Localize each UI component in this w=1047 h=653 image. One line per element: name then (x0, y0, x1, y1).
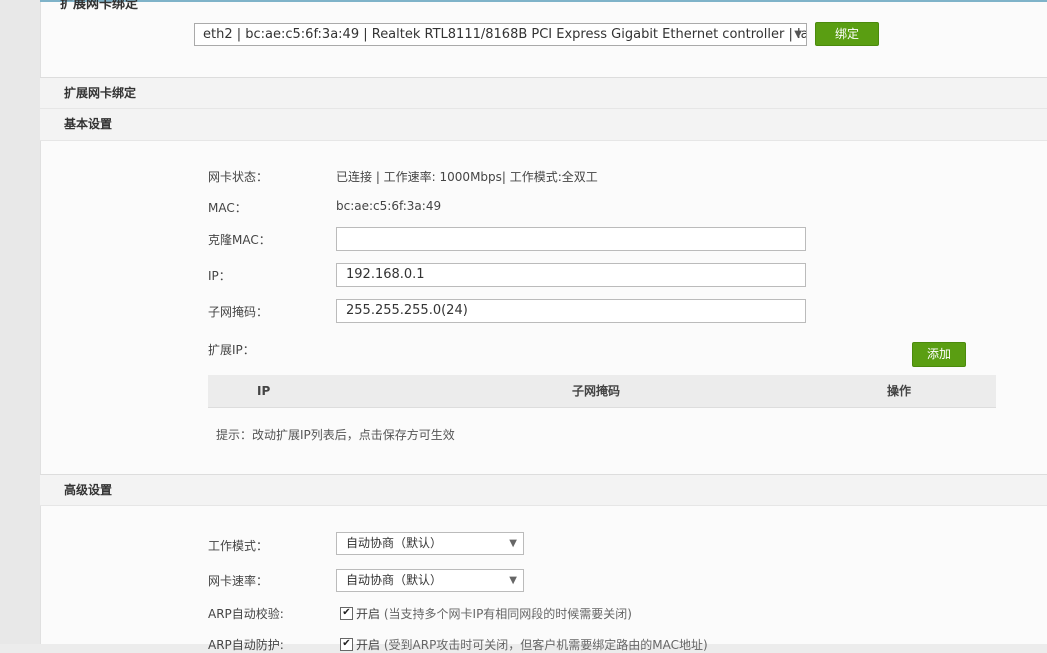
interface-select-value: eth2 | bc:ae:c5:6f:3a:49 | Realtek RTL81… (203, 27, 807, 42)
arp-check-enable-text: 开启 (356, 607, 381, 621)
table-header-mask: 子网掩码 (572, 384, 621, 398)
nic-status-label: 网卡状态： (208, 170, 269, 184)
page-title: 扩展网卡绑定 (60, 0, 139, 12)
arp-bind-enable-text: 开启 (356, 638, 381, 652)
add-ip-button[interactable]: 添加 (912, 342, 966, 367)
work-mode-select[interactable]: 自动协商（默认） ▼ (336, 532, 524, 555)
clone-mac-label: 克隆MAC： (208, 233, 271, 247)
arp-bind-checkbox[interactable]: ✔ (340, 638, 353, 651)
section-extended-nic: 扩展网卡绑定 (40, 77, 1047, 109)
nic-speed-value: 自动协商（默认） (346, 573, 443, 587)
work-mode-label: 工作模式： (208, 539, 269, 553)
arp-bind-text: 开启 (受到ARP攻击时可关闭，但客户机需要绑定路由的MAC地址) (356, 636, 708, 653)
arp-bind-note: (受到ARP攻击时可关闭，但客户机需要绑定路由的MAC地址) (383, 638, 708, 652)
extended-ip-table-header: IP 子网掩码 操作 (208, 375, 996, 408)
arp-check-text: 开启 (当支持多个网卡IP有相同网段的时候需要关闭) (356, 605, 632, 622)
mac-value: bc:ae:c5:6f:3a:49 (336, 199, 442, 213)
chevron-down-icon: ▼ (509, 538, 517, 549)
section-advanced-settings: 高级设置 (40, 474, 1047, 506)
save-hint: 提示：改动扩展IP列表后，点击保存方可生效 (216, 428, 455, 442)
subnet-mask-input[interactable]: 255.255.255.0(24) (336, 299, 806, 323)
chevron-down-icon: ▼ (794, 29, 802, 40)
clone-mac-input[interactable] (336, 227, 806, 251)
nic-status-value: 已连接 | 工作速率: 1000Mbps| 工作模式:全双工 (336, 170, 598, 184)
work-mode-value: 自动协商（默认） (346, 536, 443, 550)
mac-label: MAC： (208, 201, 247, 215)
nic-speed-label: 网卡速率： (208, 574, 269, 588)
section-basic-settings: 基本设置 (40, 109, 1047, 141)
arp-check-checkbox[interactable]: ✔ (340, 607, 353, 620)
ip-label: IP： (208, 269, 231, 283)
arp-bind-label: ARP自动防护: (208, 638, 284, 652)
arp-check-note: (当支持多个网卡IP有相同网段的时候需要关闭) (383, 607, 632, 621)
table-header-actions: 操作 (887, 384, 912, 398)
ip-input[interactable]: 192.168.0.1 (336, 263, 806, 287)
arp-check-label: ARP自动校验: (208, 607, 284, 621)
interface-select[interactable]: eth2 | bc:ae:c5:6f:3a:49 | Realtek RTL81… (194, 23, 807, 46)
extended-ip-label: 扩展IP： (208, 343, 255, 357)
top-accent-line (40, 0, 1047, 2)
nic-speed-select[interactable]: 自动协商（默认） ▼ (336, 569, 524, 592)
bind-button[interactable]: 绑定 (815, 22, 879, 46)
table-header-ip: IP (257, 384, 271, 398)
left-sidebar-strip (0, 0, 40, 644)
subnet-mask-label: 子网掩码： (208, 305, 269, 319)
chevron-down-icon: ▼ (509, 575, 517, 586)
